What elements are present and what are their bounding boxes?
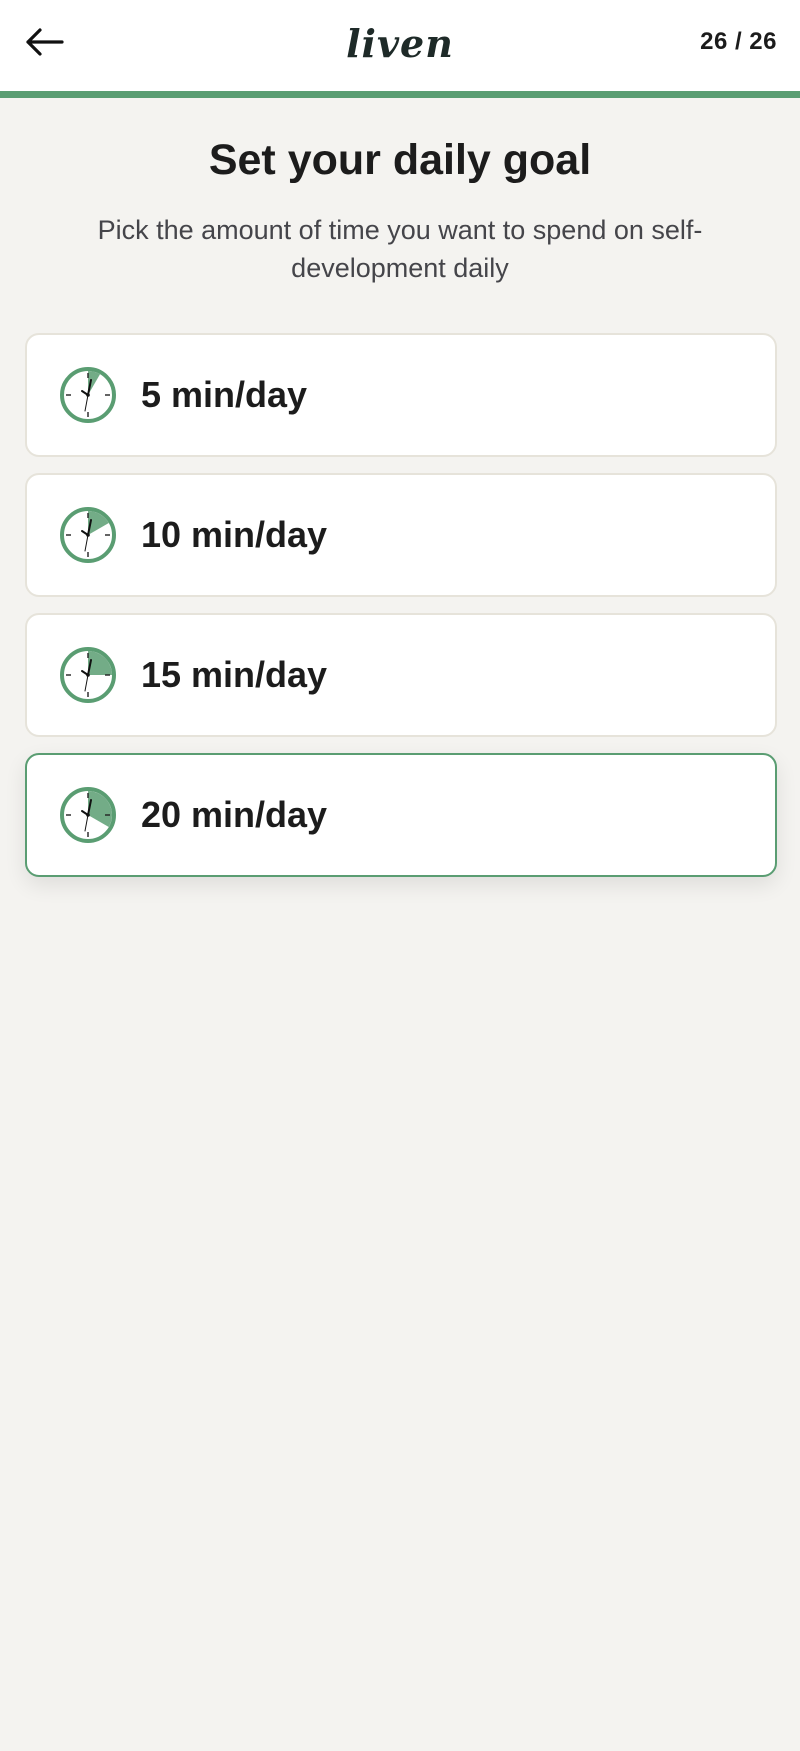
clock-icon: [60, 647, 116, 703]
logo: liven: [330, 10, 470, 76]
goal-option-15-min[interactable]: 15 min/day: [25, 613, 777, 737]
goal-option-20-min[interactable]: 20 min/day: [25, 753, 777, 877]
clock-icon: [60, 367, 116, 423]
arrow-left-icon: [26, 28, 64, 56]
page-subtitle: Pick the amount of time you want to spen…: [97, 215, 703, 283]
progress-fill: [0, 91, 800, 98]
goal-option-10-min[interactable]: 10 min/day: [25, 473, 777, 597]
goal-option-label: 20 min/day: [141, 794, 328, 835]
progress-bar: [0, 91, 800, 98]
clock-icon: [60, 787, 116, 843]
step-counter: 26 / 26: [700, 28, 777, 55]
back-button[interactable]: [18, 18, 70, 66]
page-title: Set your daily goal: [208, 136, 592, 184]
goal-option-label: 15 min/day: [141, 654, 328, 695]
clock-icon: [60, 507, 116, 563]
goal-option-label: 5 min/day: [141, 374, 308, 415]
header: liven 26 / 26: [0, 0, 800, 91]
goal-option-label: 10 min/day: [141, 514, 328, 555]
goal-options-list: 5 min/day 10 min/day 15 min/day 20 min/d…: [25, 333, 777, 893]
goal-option-5-min[interactable]: 5 min/day: [25, 333, 777, 457]
logo-text: liven: [346, 20, 454, 66]
